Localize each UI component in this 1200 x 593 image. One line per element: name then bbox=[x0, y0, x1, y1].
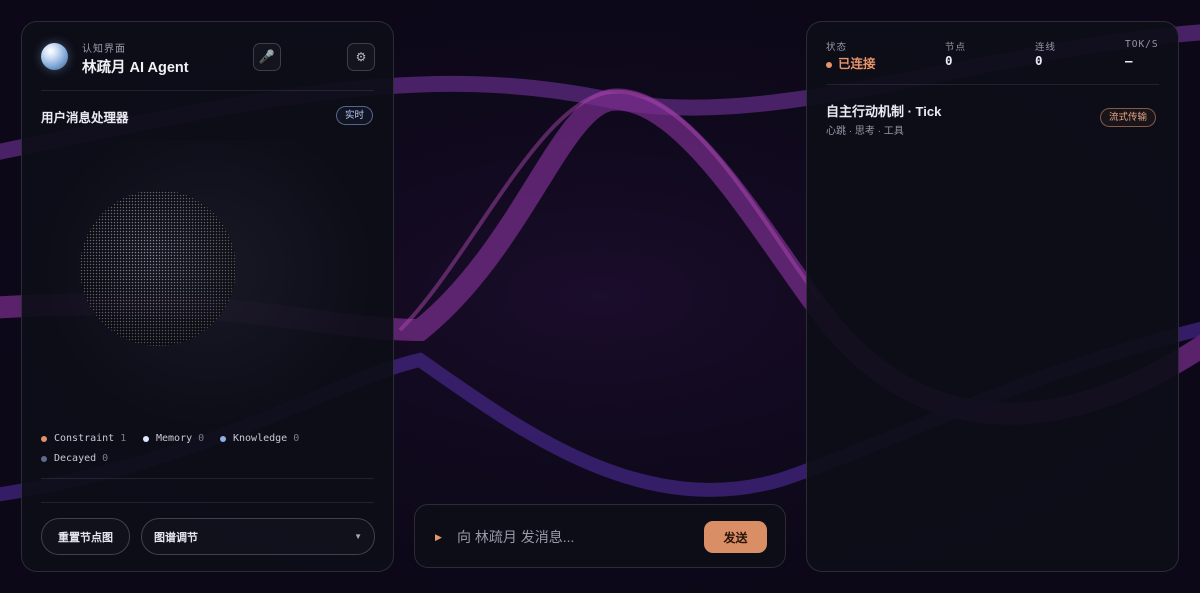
graph-adjust-label: 图谱调节 bbox=[154, 531, 198, 544]
legend-label: Decayed bbox=[54, 453, 97, 464]
stat-label-links: 连线 bbox=[1035, 42, 1057, 53]
stat-value-toks: — bbox=[1125, 53, 1133, 68]
reset-graph-button[interactable]: 重置节点图 bbox=[41, 518, 130, 555]
live-badge: 实时 bbox=[336, 106, 374, 125]
legend-label: Memory bbox=[156, 433, 193, 444]
status-text: 已连接 bbox=[838, 57, 876, 71]
microphone-icon: 🎤 bbox=[258, 49, 276, 64]
stat-value-status: 已连接 bbox=[826, 53, 876, 72]
header-divider bbox=[41, 90, 374, 91]
legend-knowledge: Knowledge 0 bbox=[220, 433, 299, 444]
node-graph-canvas[interactable] bbox=[41, 140, 376, 430]
legend-constraint: Constraint 1 bbox=[41, 433, 126, 444]
gear-icon: ⚙ bbox=[355, 50, 367, 64]
node-sphere bbox=[80, 190, 236, 346]
legend-count: 0 bbox=[293, 433, 300, 444]
decayed-dot bbox=[41, 455, 47, 462]
panel-subtitle: 认知界面 bbox=[82, 44, 126, 55]
microphone-button[interactable]: 🎤 bbox=[253, 43, 281, 71]
stat-label-status: 状态 bbox=[826, 42, 848, 53]
tick-section-subtitle: 心跳 · 思考 · 工具 bbox=[826, 126, 904, 137]
status-dot bbox=[826, 61, 832, 68]
legend-count: 0 bbox=[198, 433, 205, 444]
reset-graph-label: 重置节点图 bbox=[58, 531, 113, 544]
graph-adjust-select[interactable]: 图谱调节 ▼ bbox=[141, 518, 375, 555]
tick-section-title: 自主行动机制 · Tick bbox=[826, 104, 942, 119]
memory-dot bbox=[143, 435, 149, 442]
constraint-dot bbox=[41, 435, 47, 442]
stat-value-links: 0 bbox=[1035, 53, 1043, 68]
legend-count: 0 bbox=[102, 453, 109, 464]
legend-memory: Memory 0 bbox=[143, 433, 204, 444]
cognitive-panel: 认知界面 林疏月 AI Agent 🎤 ⚙ 用户消息处理器 实时 Constra… bbox=[21, 21, 394, 572]
legend-label: Knowledge bbox=[233, 433, 288, 444]
stat-label-toks: TOK/S bbox=[1125, 39, 1159, 50]
footer-divider bbox=[41, 502, 374, 503]
stat-label-nodes: 节点 bbox=[945, 42, 967, 53]
legend-decayed: Decayed 0 bbox=[41, 453, 108, 464]
legend-count: 1 bbox=[120, 433, 127, 444]
status-panel: 状态 已连接 节点 0 连线 0 TOK/S — 自主行动机制 · Tick 心… bbox=[806, 21, 1179, 572]
chevron-down-icon: ▼ bbox=[354, 532, 362, 541]
stats-divider bbox=[826, 84, 1159, 85]
section-title: 用户消息处理器 bbox=[41, 111, 129, 125]
prompt-arrow-icon: ▶ bbox=[435, 532, 442, 542]
legend-label: Constraint bbox=[54, 433, 115, 444]
settings-button[interactable]: ⚙ bbox=[347, 43, 375, 71]
stat-value-nodes: 0 bbox=[945, 53, 953, 68]
agent-avatar bbox=[41, 43, 68, 70]
message-input[interactable] bbox=[455, 520, 709, 554]
send-button[interactable]: 发送 bbox=[704, 521, 767, 553]
message-composer: ▶ 发送 bbox=[414, 504, 786, 568]
agent-title: 林疏月 AI Agent bbox=[82, 60, 189, 76]
stream-badge: 流式传输 bbox=[1100, 108, 1157, 127]
knowledge-dot bbox=[220, 435, 226, 442]
legend-divider bbox=[41, 478, 374, 479]
